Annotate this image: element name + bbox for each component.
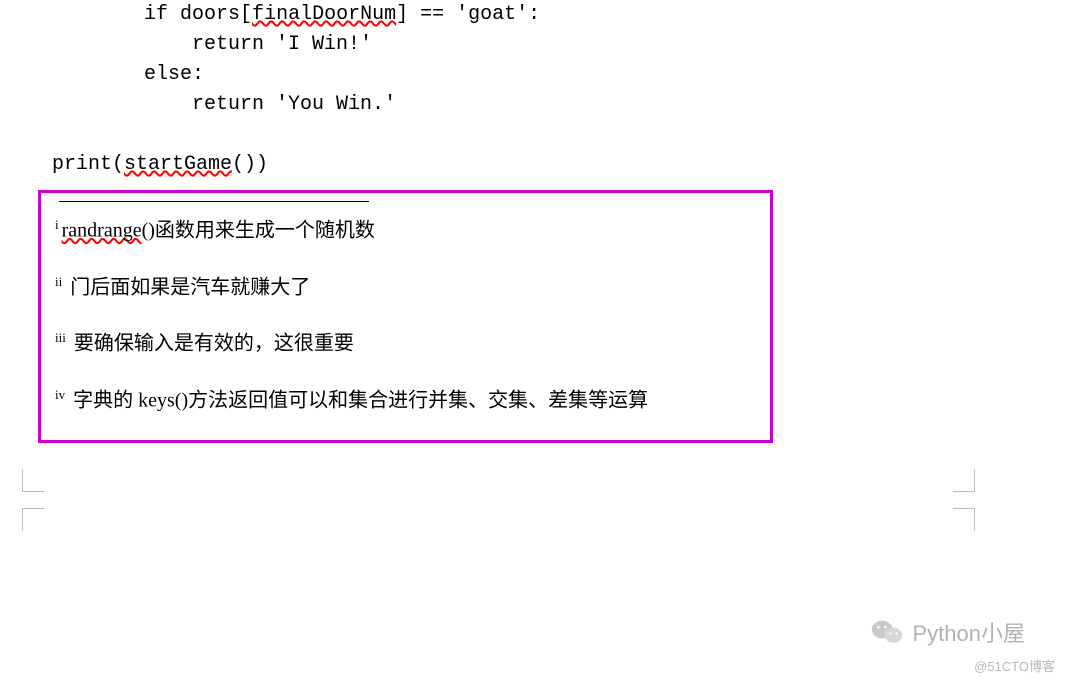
footnote-fn-name: randrange [62, 220, 142, 242]
code-print-close: ()) [232, 153, 268, 176]
code-line: return 'You Win.' [0, 93, 396, 116]
footnote-marker: iii [55, 330, 66, 345]
watermark-wechat-text: Python小屋 [913, 616, 1026, 648]
code-fn-startgame: startGame [124, 153, 232, 176]
wechat-icon [871, 618, 903, 646]
page-corner-icon [953, 508, 975, 530]
code-indent [0, 3, 144, 26]
footnotes-separator [59, 201, 369, 202]
footnote-item: iii 要确保输入是有效的，这很重要 [51, 329, 760, 358]
page-corner-icon [22, 470, 44, 492]
page-corner-icon [953, 470, 975, 492]
code-rest: ] == 'goat': [396, 3, 540, 26]
footnote-marker: iv [55, 387, 65, 402]
footnote-marker: ii [55, 274, 62, 289]
page-break-area [0, 508, 1080, 598]
code-if: if doors[ [144, 3, 252, 26]
watermark-51cto: @51CTO博客 [974, 656, 1055, 675]
footnote-text: 字典的 keys()方法返回值可以和集合进行并集、交集、差集等运算 [68, 390, 648, 412]
code-print: print( [0, 153, 124, 176]
code-line: return 'I Win!' [0, 33, 372, 56]
footnotes-highlight-box: irandrange()函数用来生成一个随机数 ii 门后面如果是汽车就赚大了 … [38, 190, 773, 443]
code-block: if doors[finalDoorNum] == 'goat': return… [0, 0, 1080, 180]
footnote-marker: i [55, 217, 59, 232]
footnote-item: ii 门后面如果是汽车就赚大了 [51, 273, 760, 302]
footnote-text: 门后面如果是汽车就赚大了 [65, 276, 310, 298]
footnote-text: ()函数用来生成一个随机数 [142, 220, 375, 242]
footnote-item: irandrange()函数用来生成一个随机数 [51, 216, 760, 245]
footnote-item: iv 字典的 keys()方法返回值可以和集合进行并集、交集、差集等运算 [51, 386, 760, 415]
code-var-finaldoornum: finalDoorNum [252, 3, 396, 26]
page-corner-icon [22, 508, 44, 530]
footnote-text: 要确保输入是有效的，这很重要 [69, 333, 354, 355]
code-line: else: [0, 63, 204, 86]
watermark-wechat: Python小屋 [871, 616, 1026, 648]
